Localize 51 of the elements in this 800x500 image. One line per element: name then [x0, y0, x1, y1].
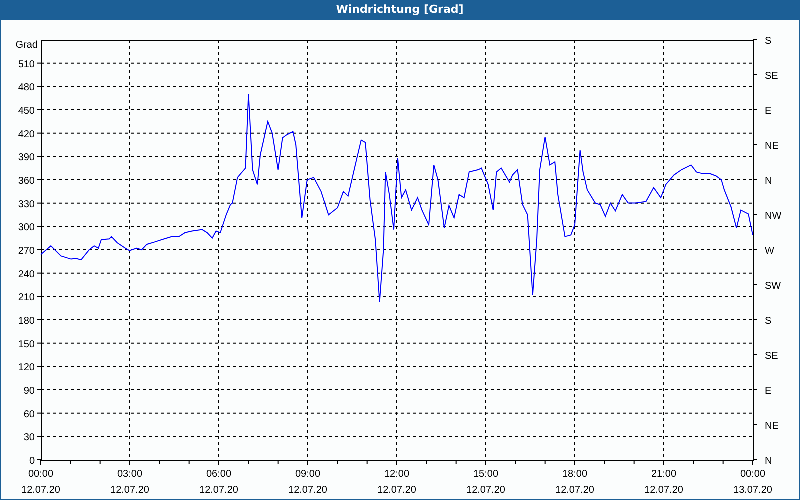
x-tick-label: 18:00 — [562, 468, 588, 480]
compass-tick-label: S — [765, 316, 772, 327]
y-tick-label: 150 — [18, 339, 35, 350]
compass-tick-label: SW — [765, 280, 782, 292]
x-tick-date-label: 12.07.20 — [466, 484, 506, 496]
compass-tick-label: W — [765, 246, 774, 257]
compass-tick-label: S — [765, 36, 772, 47]
window-title: Windrichtung [Grad] — [335, 3, 465, 16]
x-tick-date-label: 12.07.20 — [110, 484, 150, 496]
compass-tick-label: NW — [765, 210, 782, 222]
compass-tick-label: NE — [765, 420, 779, 432]
y-tick-label: 420 — [18, 129, 35, 140]
compass-tick-label: NE — [765, 140, 779, 152]
x-tick-date-label: 12.07.20 — [200, 484, 238, 496]
x-tick-label: 12:00 — [384, 468, 410, 480]
y-tick-label: 510 — [18, 59, 35, 70]
y-tick-label: 450 — [18, 106, 35, 117]
x-tick-date-label: 12.07.20 — [378, 484, 416, 496]
x-tick-label: 03:00 — [117, 468, 143, 480]
x-tick-label: 15:00 — [473, 468, 499, 480]
x-tick-label: 09:00 — [295, 468, 321, 480]
x-tick-date-label: 12.07.20 — [288, 484, 328, 496]
compass-tick-label: SE — [765, 350, 778, 362]
y-tick-label: 330 — [18, 199, 35, 210]
y-axis-unit-label: Grad — [16, 40, 38, 51]
y-tick-label: 60 — [24, 409, 35, 420]
y-tick-label: 120 — [18, 362, 35, 374]
y-tick-label: 180 — [18, 316, 35, 327]
x-tick-date-label: 12.07.20 — [644, 484, 684, 496]
compass-tick-label: N — [765, 456, 772, 467]
y-tick-label: 90 — [24, 386, 35, 397]
x-tick-label: 06:00 — [206, 468, 232, 480]
y-tick-label: 210 — [18, 292, 35, 304]
y-tick-label: 390 — [18, 152, 35, 164]
x-tick-date-label: 12.07.20 — [556, 484, 594, 496]
x-tick-date-label: 12.07.20 — [22, 484, 60, 496]
y-tick-label: 0 — [29, 456, 35, 467]
compass-tick-label: E — [765, 386, 772, 397]
y-tick-label: 270 — [18, 246, 35, 257]
compass-tick-label: E — [765, 106, 772, 117]
y-tick-label: 30 — [24, 432, 35, 444]
x-tick-label: 21:00 — [651, 468, 677, 480]
x-tick-date-label: 13.07.20 — [734, 484, 772, 496]
y-tick-label: 240 — [18, 269, 35, 280]
y-tick-label: 360 — [18, 176, 35, 187]
y-tick-label: 480 — [18, 82, 35, 94]
compass-tick-label: SE — [765, 70, 778, 82]
x-tick-label: 00:00 — [740, 468, 766, 480]
compass-tick-label: N — [765, 176, 772, 187]
y-tick-label: 300 — [18, 222, 35, 234]
x-tick-label: 00:00 — [28, 468, 54, 480]
